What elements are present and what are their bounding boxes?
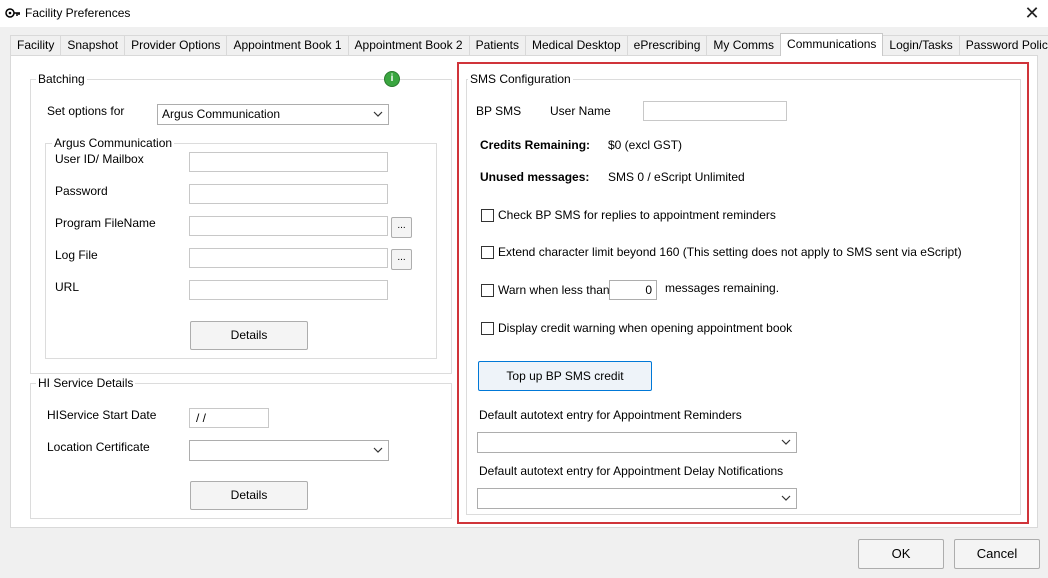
- tab-communications[interactable]: Communications: [780, 33, 884, 56]
- tab-facility[interactable]: Facility: [10, 35, 62, 56]
- chevron-down-icon: [373, 447, 383, 453]
- set-options-select[interactable]: Argus Communication: [157, 104, 389, 125]
- cancel-button[interactable]: Cancel: [954, 539, 1040, 569]
- log-file-label: Log File: [55, 248, 98, 262]
- tab-eprescribing[interactable]: ePrescribing: [626, 35, 708, 56]
- tab-appointment-book-2[interactable]: Appointment Book 2: [347, 35, 470, 56]
- user-id-label: User ID/ Mailbox: [55, 152, 144, 166]
- app-key-icon: [5, 8, 20, 18]
- hi-start-date-label: HIService Start Date: [47, 408, 157, 422]
- chevron-down-icon: [373, 111, 383, 117]
- program-filename-label: Program FileName: [55, 216, 156, 230]
- url-input[interactable]: [189, 280, 388, 300]
- sms-highlight-box: [457, 62, 1029, 524]
- user-id-input[interactable]: [189, 152, 388, 172]
- tab-provider-options[interactable]: Provider Options: [124, 35, 228, 56]
- tab-appointment-book-1[interactable]: Appointment Book 1: [226, 35, 349, 56]
- password-label: Password: [55, 184, 108, 198]
- ok-button[interactable]: OK: [858, 539, 944, 569]
- hi-start-date-value: / /: [196, 411, 207, 425]
- close-icon[interactable]: ✕: [1020, 3, 1044, 23]
- argus-details-button[interactable]: Details: [190, 321, 308, 350]
- program-browse-button[interactable]: ...: [391, 217, 412, 238]
- tab-login-tasks[interactable]: Login/Tasks: [882, 35, 960, 56]
- hi-details-button[interactable]: Details: [190, 481, 308, 510]
- tab-password-policy[interactable]: Password Policy: [958, 35, 1048, 56]
- program-filename-input[interactable]: [189, 216, 388, 236]
- title-bar: [0, 0, 1048, 27]
- password-input[interactable]: [189, 184, 388, 204]
- hi-service-group-label: HI Service Details: [36, 376, 136, 390]
- url-label: URL: [55, 280, 80, 294]
- tab-medical-desktop[interactable]: Medical Desktop: [524, 35, 628, 56]
- tab-strip: Facility Snapshot Provider Options Appointm…: [10, 33, 1048, 56]
- location-certificate-label: Location Certificate: [47, 440, 150, 454]
- log-file-input[interactable]: [189, 248, 388, 268]
- tab-patients[interactable]: Patients: [468, 35, 526, 56]
- tab-my-comms[interactable]: My Comms: [706, 35, 782, 56]
- location-certificate-select[interactable]: [189, 440, 389, 461]
- log-file-browse-button[interactable]: ...: [391, 249, 412, 270]
- hi-start-date-input[interactable]: / /: [189, 408, 269, 428]
- argus-group-label: Argus Communication: [52, 136, 175, 150]
- window-title: Facility Preferences: [25, 6, 131, 20]
- set-options-value: Argus Communication: [162, 107, 281, 121]
- tab-snapshot[interactable]: Snapshot: [60, 35, 126, 56]
- set-options-label: Set options for: [47, 104, 125, 118]
- batching-group-label: Batching: [36, 72, 87, 86]
- info-icon[interactable]: i: [384, 71, 400, 87]
